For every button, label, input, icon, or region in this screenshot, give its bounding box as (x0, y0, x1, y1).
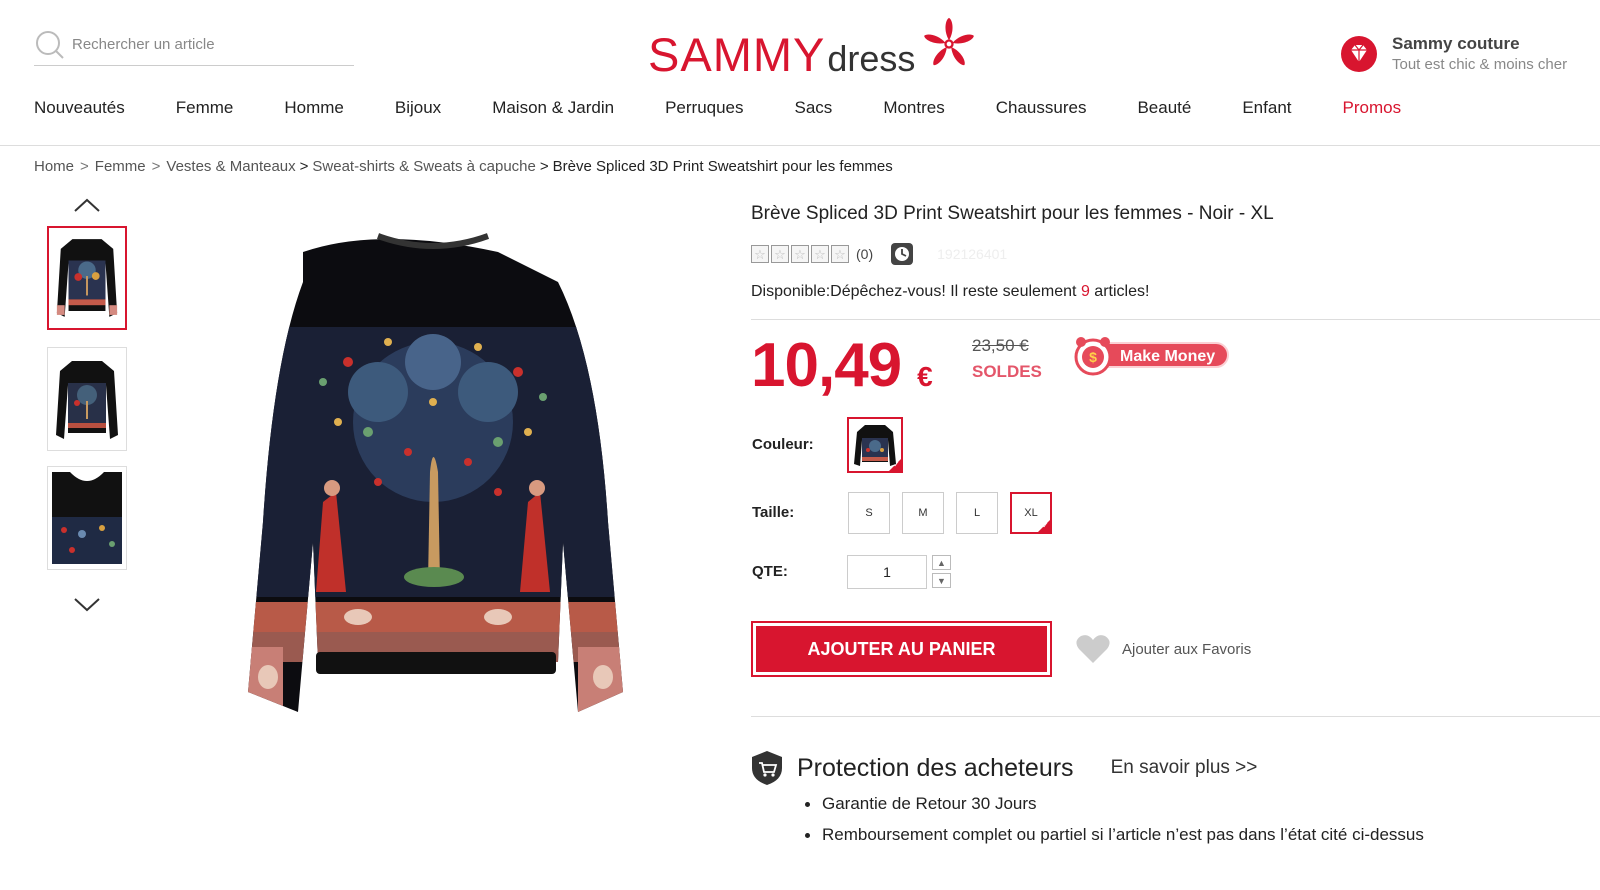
thumbnail-3[interactable] (47, 466, 127, 570)
thumbnail-2[interactable] (47, 347, 127, 451)
buyer-protection: Protection des acheteurs En savoir plus … (751, 750, 1257, 786)
breadcrumb-current: Brève Spliced 3D Print Sweatshirt pour l… (552, 158, 893, 175)
current-price: 10,49 (751, 331, 902, 400)
chevron-up-icon: ▲ (937, 557, 946, 568)
star-icon: ☆ (831, 245, 849, 263)
thumbnail-1[interactable] (47, 226, 127, 330)
list-item: Remboursement complet ou partiel si l’ar… (805, 825, 1424, 844)
clock-icon (891, 243, 914, 265)
alarm-clock-icon: $ (1074, 337, 1112, 376)
list-item: Garantie de Retour 30 Jours (805, 794, 1424, 814)
breadcrumb: Home > Femme > Vestes & Manteaux > Sweat-shirt… (34, 158, 893, 175)
sale-label: SOLDES (972, 362, 1042, 381)
stock-count: 9 (1080, 283, 1090, 300)
nav-item-nouveautes[interactable]: Nouveautés (34, 98, 125, 120)
add-to-favorites-button[interactable]: Ajouter aux Favoris (1075, 633, 1251, 665)
main-nav: Nouveautés Femme Homme Bijoux Maison & J… (34, 98, 1452, 120)
breadcrumb-vestes[interactable]: Vestes & Manteaux (166, 158, 295, 175)
product-sku: 192126401 (937, 246, 1008, 262)
quantity-label: QTE: (752, 563, 788, 580)
size-label: Taille: (752, 504, 795, 521)
size-option-xl-label: XL (1024, 507, 1038, 519)
nav-item-bijoux[interactable]: Bijoux (395, 98, 441, 120)
sweatshirt-thumbnail-image (56, 239, 118, 317)
nav-item-enfant[interactable]: Enfant (1242, 98, 1291, 120)
breadcrumb-separator: > (151, 158, 161, 175)
breadcrumb-home[interactable]: Home (34, 158, 74, 175)
breadcrumb-separator: > (539, 158, 549, 175)
size-option-xl[interactable]: XL (1010, 492, 1052, 534)
chevron-down-icon[interactable] (72, 596, 102, 614)
quantity-input[interactable] (847, 555, 927, 589)
flower-logo-icon (924, 17, 975, 66)
divider (751, 716, 1600, 717)
size-option-l[interactable]: L (956, 492, 998, 534)
stock-prefix: Disponible:Dépêchez-vous! Il reste seule… (751, 283, 1081, 300)
nav-item-chaussures[interactable]: Chaussures (996, 98, 1087, 120)
search-bar[interactable] (34, 24, 354, 66)
star-icon: ☆ (791, 245, 809, 263)
logo-primary: SAMMY (648, 28, 826, 81)
price-currency: € (917, 361, 933, 392)
color-label: Couleur: (752, 436, 814, 453)
review-count[interactable]: (0) (856, 246, 873, 262)
make-money-button[interactable]: $ Make Money (1072, 334, 1230, 376)
sweatshirt-detail-thumbnail-image (52, 472, 122, 564)
product-main-image[interactable] (228, 222, 638, 722)
svg-text:$: $ (1089, 349, 1097, 365)
selected-check-icon (888, 458, 902, 472)
size-option-s[interactable]: S (848, 492, 890, 534)
site-logo[interactable]: SAMMY dress (648, 17, 977, 81)
price-block: 10,49 € (751, 330, 933, 401)
nav-item-homme[interactable]: Homme (284, 98, 344, 120)
make-money-label: Make Money (1096, 342, 1230, 368)
stock-suffix: articles! (1089, 283, 1150, 300)
color-swatch-noir[interactable] (847, 417, 903, 473)
brand-title: Sammy couture (1392, 34, 1520, 53)
brand-tagline: Tout est chic & moins cher (1392, 56, 1568, 73)
logo-secondary: dress (827, 38, 916, 79)
nav-item-femme[interactable]: Femme (176, 98, 234, 120)
divider (751, 319, 1600, 320)
nav-item-montres[interactable]: Montres (883, 98, 944, 120)
breadcrumb-femme[interactable]: Femme (95, 158, 146, 175)
stock-status: Disponible:Dépêchez-vous! Il reste seule… (751, 283, 1149, 301)
brand-promo[interactable]: Sammy couture Tout est chic & moins cher (1340, 34, 1567, 73)
chevron-up-icon[interactable] (72, 196, 102, 214)
size-option-m[interactable]: M (902, 492, 944, 534)
nav-item-sacs[interactable]: Sacs (795, 98, 833, 120)
chevron-down-icon: ▼ (937, 575, 946, 586)
search-icon[interactable] (34, 29, 66, 61)
shield-cart-icon (752, 751, 782, 785)
nav-item-promos[interactable]: Promos (1343, 98, 1402, 120)
breadcrumb-sweatshirts[interactable]: Sweat-shirts & Sweats à capuche (312, 158, 535, 175)
add-to-cart-label: AJOUTER AU PANIER (756, 626, 1047, 672)
star-icon: ☆ (811, 245, 829, 263)
star-icon: ☆ (751, 245, 769, 263)
rating-stars[interactable]: ☆ ☆ ☆ ☆ ☆ (751, 245, 851, 263)
quantity-increase-button[interactable]: ▲ (932, 555, 951, 570)
add-to-favorites-label: Ajouter aux Favoris (1122, 640, 1252, 658)
old-price: 23,50 € (972, 336, 1029, 355)
selected-check-icon (1037, 519, 1051, 533)
nav-item-maison-jardin[interactable]: Maison & Jardin (492, 98, 614, 120)
diamond-badge-icon (1341, 35, 1377, 72)
add-to-cart-button[interactable]: AJOUTER AU PANIER (751, 621, 1052, 677)
search-input[interactable] (72, 36, 332, 53)
buyer-protection-title: Protection des acheteurs (797, 753, 1074, 782)
breadcrumb-separator: > (80, 158, 89, 175)
header-divider (0, 145, 1600, 146)
size-selector: S M L XL (848, 492, 1064, 534)
heart-icon (1076, 635, 1110, 663)
product-title: Brève Spliced 3D Print Sweatshirt pour l… (751, 203, 1274, 224)
protection-list: Garantie de Retour 30 Jours Remboursemen… (805, 794, 1424, 856)
quantity-decrease-button[interactable]: ▼ (932, 573, 951, 588)
sweatshirt-back-thumbnail-image (56, 361, 118, 439)
star-icon: ☆ (771, 245, 789, 263)
rating-row: ☆ ☆ ☆ ☆ ☆ (0) 192126401 (751, 243, 1007, 265)
breadcrumb-separator: > (299, 158, 309, 175)
learn-more-link[interactable]: En savoir plus >> (1111, 757, 1258, 779)
nav-item-perruques[interactable]: Perruques (665, 98, 743, 120)
nav-item-beaute[interactable]: Beauté (1137, 98, 1191, 120)
